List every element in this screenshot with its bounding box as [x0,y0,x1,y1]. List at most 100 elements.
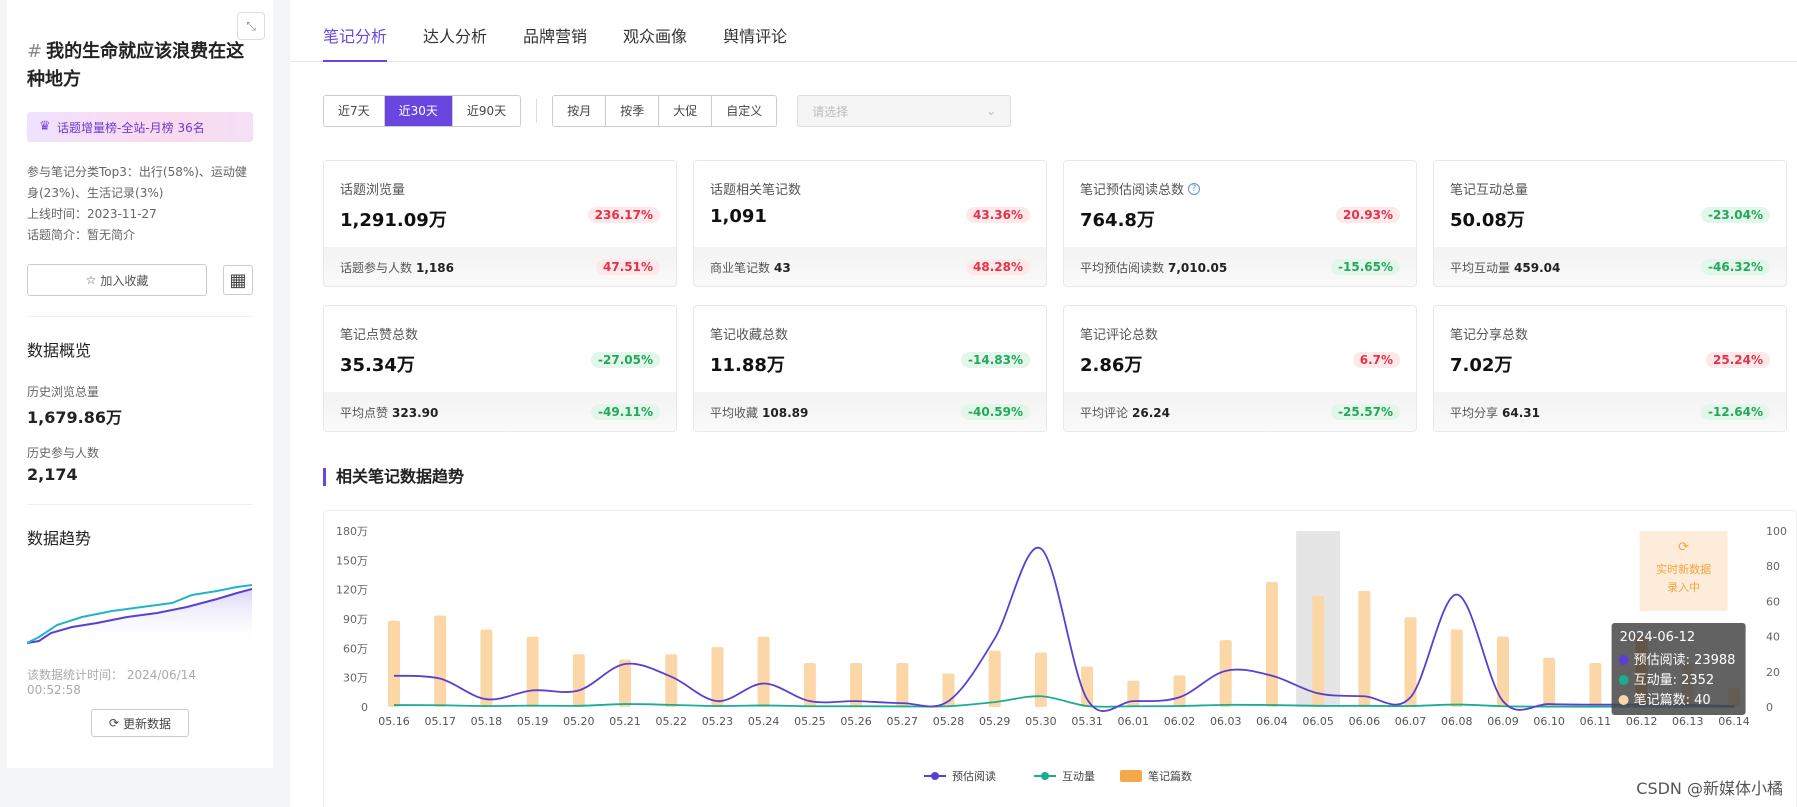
x-tick-label: 06.12 [1626,715,1658,728]
bar-notes [388,620,400,707]
refresh-data-button[interactable]: ⟳ 更新数据 [91,709,189,737]
x-tick-label: 06.13 [1672,715,1704,728]
stat-time: 该数据统计时间： 2024/06/14 00:52:58 [27,668,196,697]
x-tick-label: 05.19 [517,715,549,728]
star-icon: ☆ [85,273,97,287]
metric-sub-value: 108.89 [762,405,809,420]
trend-chart-svg: 0 30万 60万 90万 120万 150万 180万 0 20 40 60 80 100 ⟳ 实时新数据… [336,525,1787,783]
collapse-icon[interactable]: ⤡ [237,12,265,40]
metric-sub-change-badge: -49.11% [591,404,660,420]
x-tick-label: 06.04 [1256,715,1288,728]
crown-icon: ♛ [39,119,51,134]
add-favorite-button[interactable]: ☆ 加入收藏 [27,264,207,296]
metric-change-badge: 20.93% [1336,207,1400,223]
metric-card: 笔记预估阅读总数? 764.8万 20.93% 平均预估阅读数 7,010.05 -15.… [1063,160,1417,287]
x-tick-label: 05.23 [702,715,734,728]
rank-badge[interactable]: ♛ 话题增量榜-全站-月榜 36名 [27,112,253,142]
x-tick-label: 06.08 [1441,715,1473,728]
tab-brand-marketing[interactable]: 品牌营销 [523,23,587,61]
help-icon[interactable]: ? [1188,182,1201,195]
bar-notes [988,650,1001,707]
period-selector: 按月 按季 大促 自定义 [552,95,778,127]
metric-sub-change-badge: -25.57% [1331,404,1400,420]
tooltip-line: 笔记篇数: 40 [1634,692,1711,708]
x-tick-label: 06.02 [1164,715,1196,728]
period-quarter[interactable]: 按季 [606,96,660,126]
metric-sub-change-badge: -46.32% [1701,259,1770,275]
metric-value: 2.86万 [1080,355,1143,376]
x-tick-label: 05.24 [748,715,780,728]
metric-label: 笔记点赞总数 [340,328,419,343]
y-left-tick-label: 90万 [343,613,368,626]
metric-card: 话题浏览量 1,291.09万 236.17% 话题参与人数 1,186 47.51% [323,160,677,287]
x-tick-label: 06.05 [1302,715,1334,728]
range-7d[interactable]: 近7天 [324,96,385,126]
tab-sentiment-comments[interactable]: 舆情评论 [723,23,787,61]
metric-sub-label: 商业笔记数 [710,261,771,275]
bar-notes [1265,582,1278,707]
bar-notes [434,615,447,707]
metric-card: 笔记分享总数 7.02万 25.24% 平均分享 64.31 -12.64% [1433,305,1787,432]
rank-badge-text: 话题增量榜-全站-月榜 36名 [57,120,205,135]
y-left-tick-label: 150万 [336,554,368,567]
metric-sub-label: 平均互动量 [1450,261,1511,275]
x-tick-label: 05.18 [471,715,503,728]
metric-change-badge: 6.7% [1352,352,1400,368]
metric-change-badge: 25.24% [1706,352,1770,368]
metric-sub-change-badge: -15.65% [1331,259,1400,275]
tooltip-marker [1618,675,1629,685]
metric-card: 笔记互动总量 50.08万 -23.04% 平均互动量 459.04 -46.32% [1433,160,1787,287]
legend-label: 互动量 [1062,770,1095,783]
line-estimated-reads [393,546,1735,712]
x-tick-label: 05.31 [1071,715,1103,728]
period-select[interactable]: 请选择 ⌄ [797,95,1012,127]
period-promo[interactable]: 大促 [659,96,713,126]
metric-sub-label: 话题参与人数 [340,261,413,275]
y-left-tick-label: 60万 [343,642,368,655]
topic-sidebar: ⤡ # 我的生命就应该浪费在这种地方 ♛ 话题增量榜-全站-月榜 36名 参与笔记… [7,0,273,768]
metric-label: 笔记评论总数 [1080,328,1159,343]
refresh-label: 更新数据 [123,716,172,731]
bar-notes [896,663,909,707]
bar-notes [757,636,770,707]
metric-card: 笔记点赞总数 35.34万 -27.05% 平均点赞 323.90 -49.11% [323,305,677,432]
bar-notes [1404,617,1417,707]
bar-notes [526,636,539,707]
metric-sub-change-badge: 47.51% [596,259,660,275]
tab-audience-profile[interactable]: 观众画像 [623,23,687,61]
x-tick-label: 05.27 [887,715,919,728]
metric-sub-value: 323.90 [392,405,439,420]
qrcode-icon[interactable]: ▦ [223,265,253,295]
hash-icon: # [27,41,43,62]
tooltip-line: 互动量: 2352 [1634,673,1715,688]
y-right-tick-label: 0 [1766,701,1773,714]
period-month[interactable]: 按月 [553,96,607,126]
metric-sub-label: 平均收藏 [710,406,759,420]
metric-label: 笔记分享总数 [1450,328,1529,343]
range-90d[interactable]: 近90天 [452,96,521,126]
y-right-tick-label: 40 [1766,631,1780,644]
x-tick-label: 06.06 [1349,715,1381,728]
tab-note-analysis[interactable]: 笔记分析 [323,23,388,62]
filter-bar: 近7天 近30天 近90天 按月 按季 大促 自定义 请选择 ⌄ [323,95,1012,127]
topic-title: # 我的生命就应该浪费在这种地方 [27,38,252,94]
period-custom[interactable]: 自定义 [712,96,777,126]
bar-notes [1496,636,1509,707]
bar-notes [1034,652,1047,707]
metric-change-badge: -27.05% [591,352,660,368]
metric-label: 笔记互动总量 [1450,183,1529,198]
metric-sub-label: 平均评论 [1080,406,1129,420]
line-interaction [393,695,1735,708]
overview-title: 数据概览 [27,341,92,360]
y-right-tick-label: 60 [1766,595,1780,608]
range-30d[interactable]: 近30天 [384,96,453,126]
meta-intro: 话题简介：暂无简介 [27,228,136,242]
metric-card: 笔记收藏总数 11.88万 -14.83% 平均收藏 108.89 -40.59% [693,305,1047,432]
refresh-icon: ⟳ [108,716,120,730]
bar-notes [1081,666,1094,707]
bar-notes [1127,680,1140,707]
x-tick-label: 05.25 [794,715,826,728]
metric-sub-value: 459.04 [1514,260,1561,275]
watermark: CSDN @新媒体小橘 [1636,779,1783,798]
tab-kol-analysis[interactable]: 达人分析 [423,23,487,61]
